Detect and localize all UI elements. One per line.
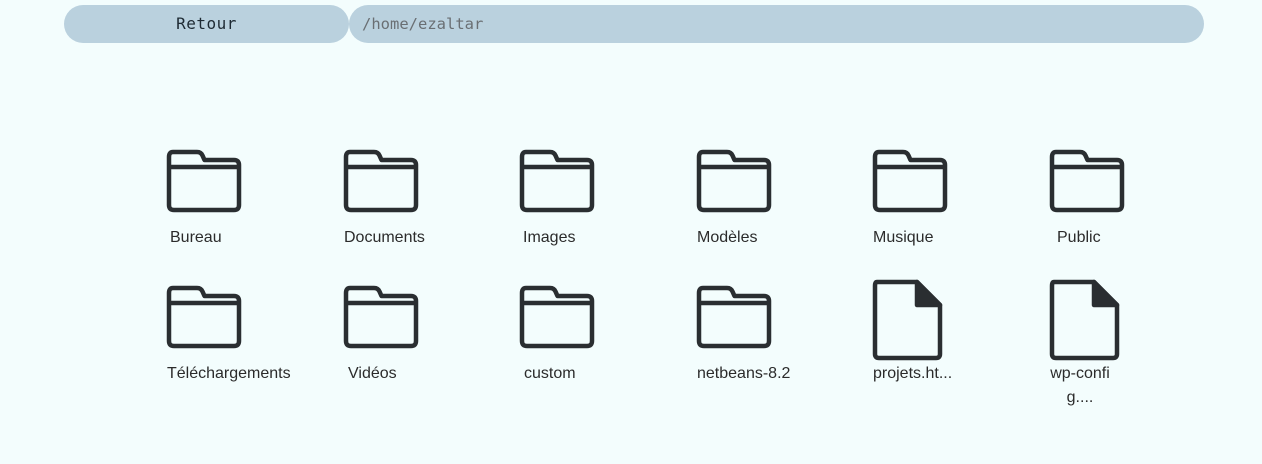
folder-icon: [519, 149, 596, 232]
folder-icon: [872, 149, 949, 232]
item-label: projets.ht...: [873, 365, 953, 382]
item-label: netbeans-8.2: [697, 365, 791, 382]
item-label: Modèles: [697, 229, 758, 246]
item-label: Vidéos: [348, 365, 397, 382]
folder-icon: [343, 285, 420, 368]
folder-icon: [343, 149, 420, 232]
item-label: Musique: [873, 229, 934, 246]
item-label: custom: [524, 365, 576, 382]
folder-icon: [166, 285, 243, 368]
item-label: Public: [1057, 229, 1101, 246]
folder-icon: [166, 149, 243, 232]
file-grid: Bureau Documents Images Modèles Musique …: [0, 0, 1262, 464]
file-icon: [1049, 279, 1126, 362]
folder-icon: [696, 149, 773, 232]
file-icon: [872, 279, 949, 362]
item-label: wp-config....: [1050, 365, 1110, 406]
folder-icon: [1049, 149, 1126, 232]
item-label: Documents: [344, 229, 425, 246]
folder-icon: [696, 285, 773, 368]
folder-icon: [519, 285, 596, 368]
item-label: Téléchargements: [167, 365, 291, 382]
item-label: Bureau: [170, 229, 222, 246]
item-label: Images: [523, 229, 576, 246]
